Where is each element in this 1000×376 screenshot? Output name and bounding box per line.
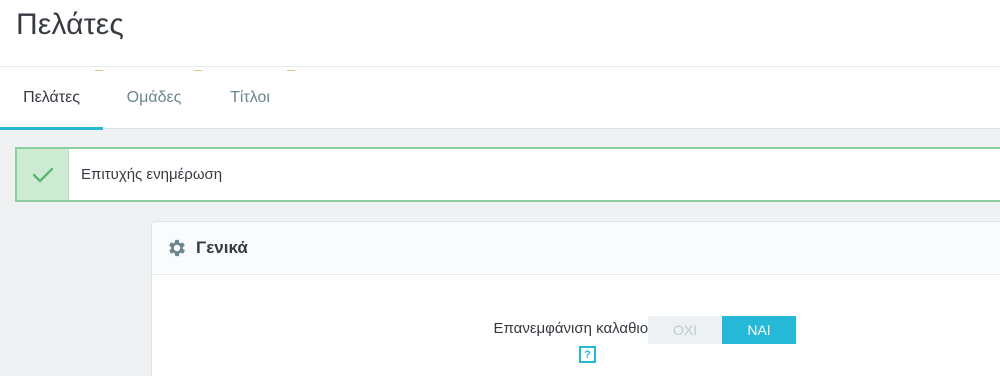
tab-titles[interactable]: Τίτλοι xyxy=(205,67,295,129)
tab-marker xyxy=(95,70,103,71)
page-header: Πελάτες xyxy=(0,0,1000,67)
gear-icon xyxy=(166,237,188,259)
page-title: Πελάτες xyxy=(16,8,125,41)
panel-title: Γενικά xyxy=(196,238,248,257)
tab-marker xyxy=(194,70,202,71)
general-panel: Γενικά Επανεμφάνιση καλαθιού με τη σύνδε… xyxy=(151,221,1000,376)
check-icon xyxy=(17,149,69,200)
tabs-bar: Πελάτες Ομάδες Τίτλοι xyxy=(0,67,1000,130)
tab-marker xyxy=(287,70,295,71)
panel-header: Γενικά xyxy=(152,222,1000,275)
tab-customers[interactable]: Πελάτες xyxy=(0,67,103,130)
tab-groups[interactable]: Ομάδες xyxy=(103,67,205,129)
switch-yes-option[interactable]: ΝΑΙ xyxy=(722,316,796,344)
tab-label: Ομάδες xyxy=(126,89,182,106)
switch-no-option[interactable]: ΟΧΙ xyxy=(648,316,722,344)
show-cart-switch: ΟΧΙ ΝΑΙ xyxy=(648,316,796,344)
tab-label: Τίτλοι xyxy=(230,89,270,106)
help-icon[interactable]: ? xyxy=(579,346,596,363)
success-alert: Επιτυχής ενημέρωση xyxy=(15,147,1000,202)
alert-message: Επιτυχής ενημέρωση xyxy=(81,166,223,183)
tab-label: Πελάτες xyxy=(23,89,80,106)
